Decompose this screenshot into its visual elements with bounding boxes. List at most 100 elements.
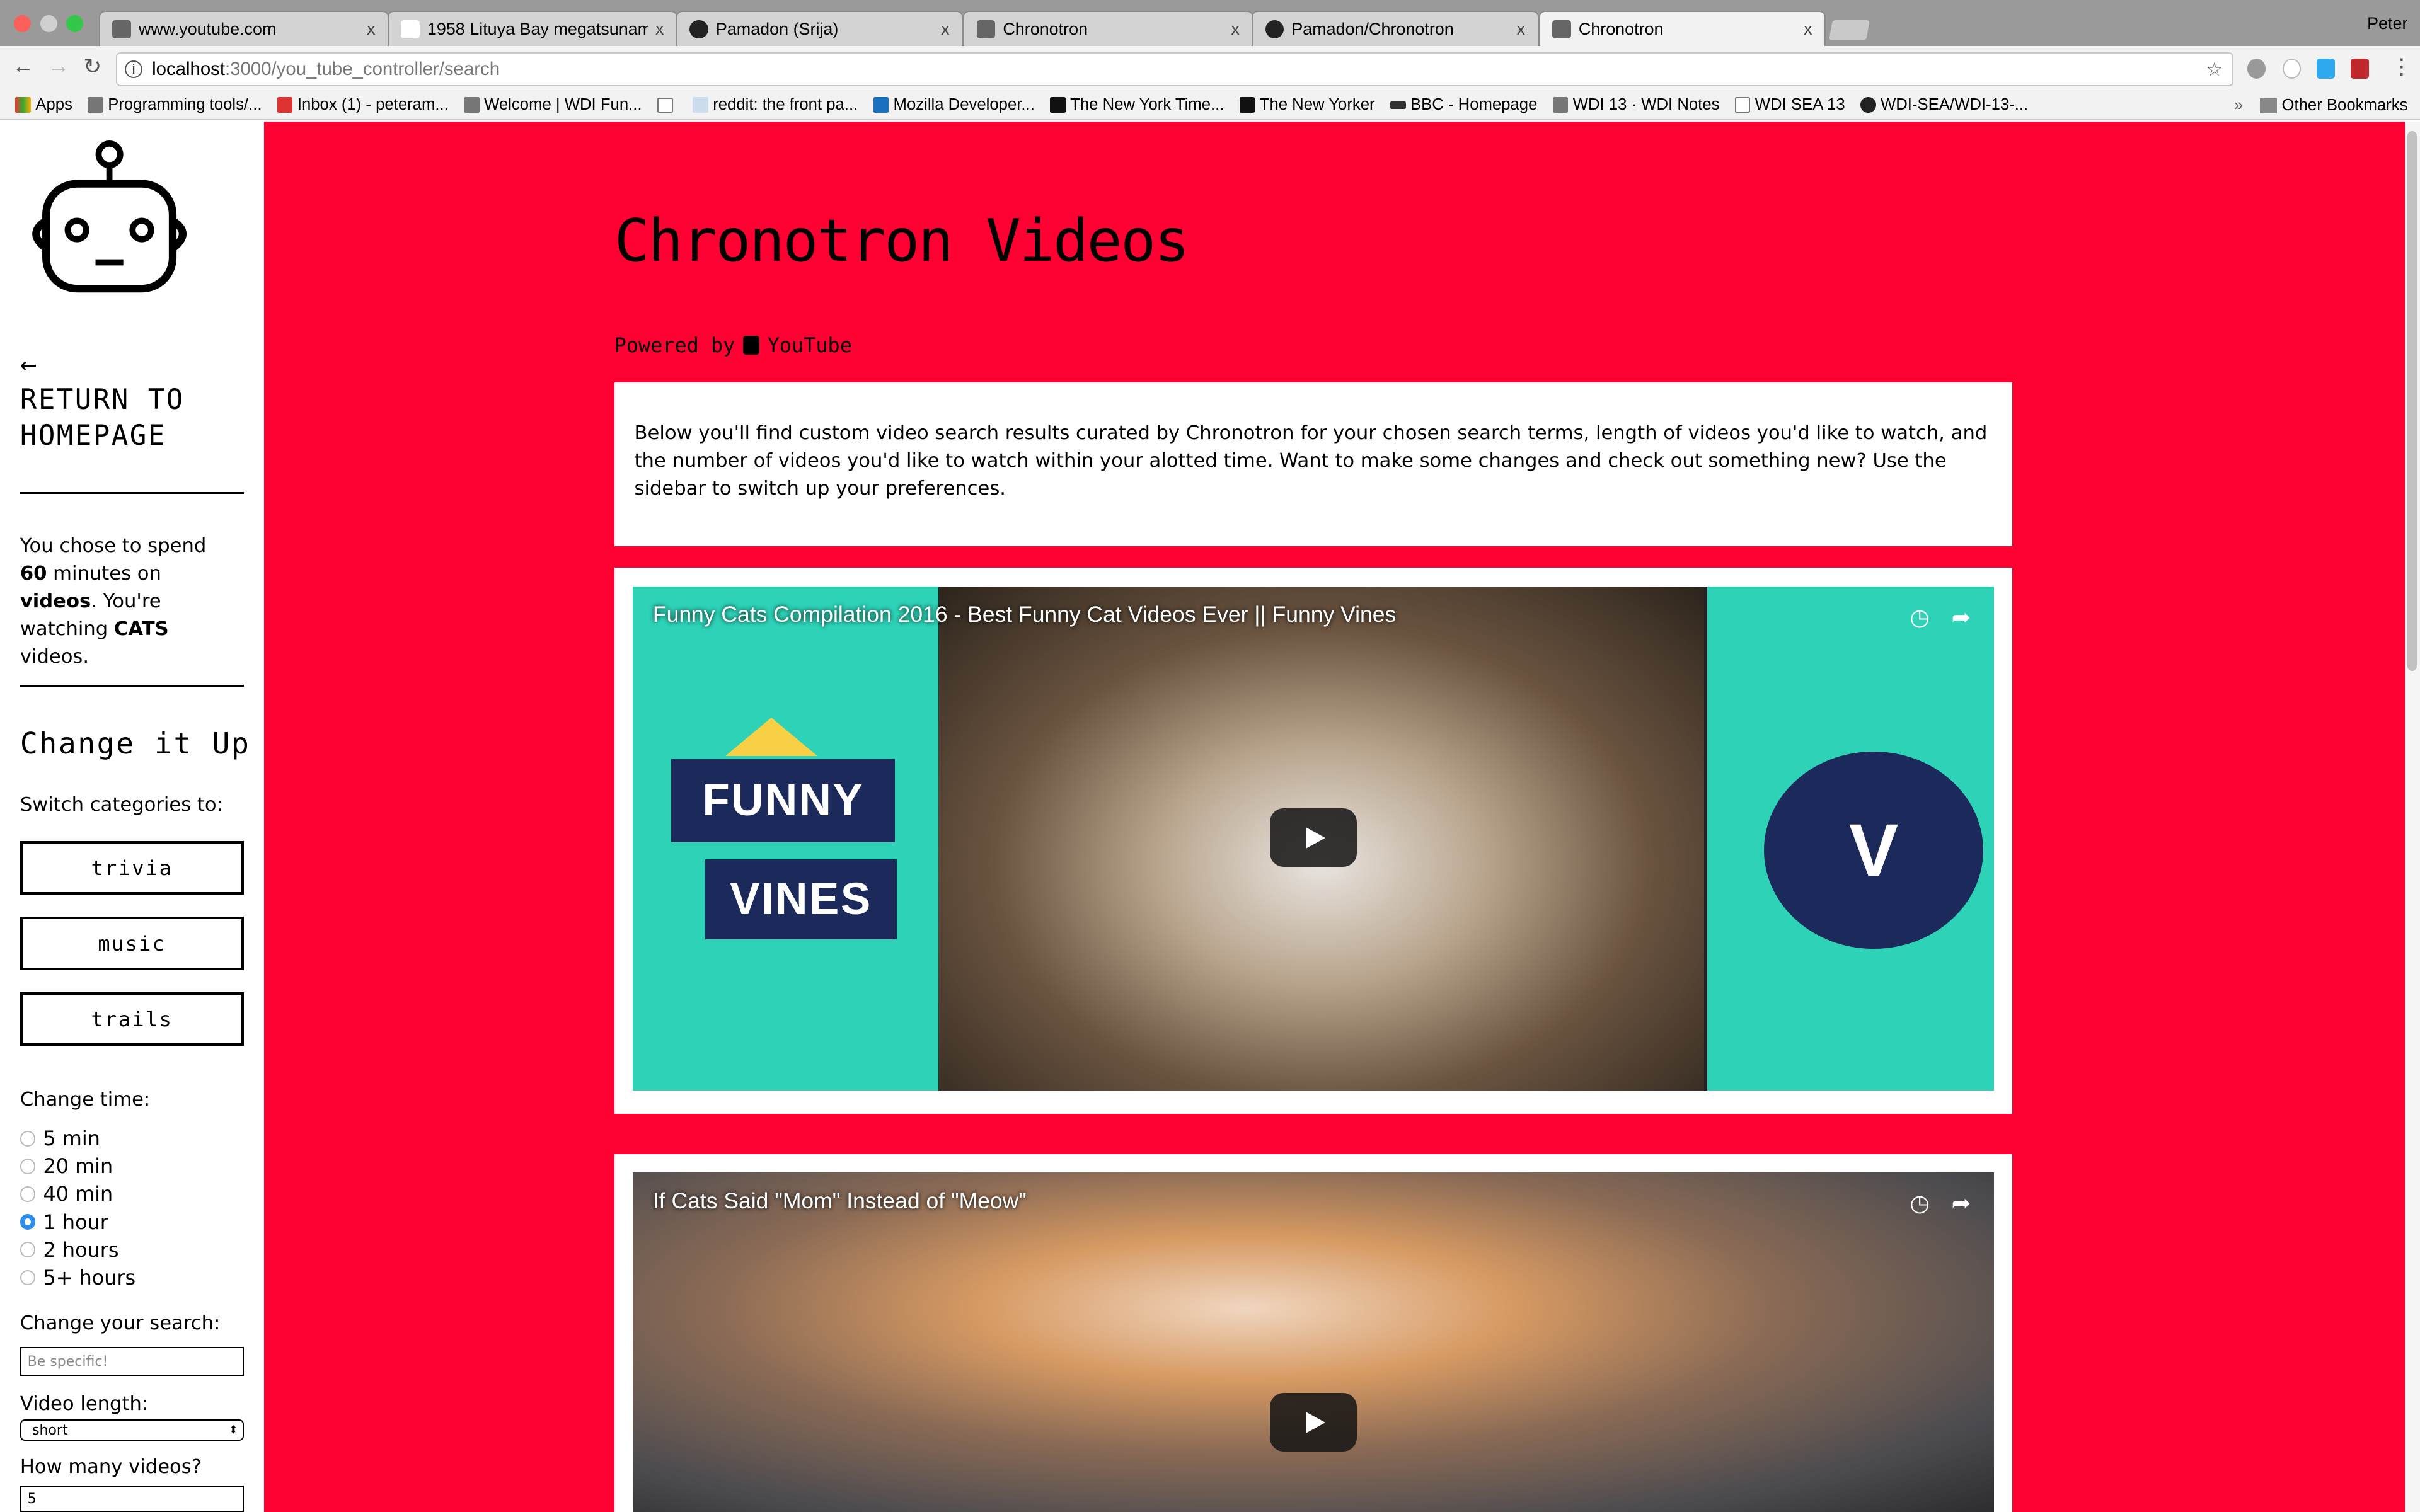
browser-toolbar: ← → ↻ i localhost:3000/you_tube_controll… [0, 46, 2420, 91]
video-card: FUNNY VINES V Funny Cats Compilation 201… [614, 568, 2013, 1114]
menu-icon[interactable]: ⋮ [2391, 54, 2412, 79]
youtube-link[interactable]: YouTube [768, 333, 852, 357]
share-icon[interactable]: ➦ [1952, 1189, 1971, 1217]
bookmark-page[interactable] [657, 97, 677, 113]
new-tab-button[interactable] [1828, 20, 1870, 40]
tab-wikipedia[interactable]: 1958 Lituya Bay megatsunami x [387, 11, 678, 47]
github-icon [1265, 20, 1284, 38]
play-button[interactable] [1270, 808, 1357, 868]
other-bookmarks[interactable]: » Other Bookmarks [2234, 91, 2407, 120]
close-tab-icon[interactable]: x [1231, 20, 1240, 39]
profile-name[interactable]: Peter [2367, 14, 2407, 33]
video-player[interactable]: FUNNY VINES V Funny Cats Compilation 201… [633, 586, 1995, 1091]
reload-button[interactable]: ↻ [83, 54, 101, 79]
bookmark-gmail[interactable]: Inbox (1) - peteram... [277, 96, 449, 114]
time-radio-40min[interactable]: 40 min [20, 1180, 113, 1208]
tab-github-chronotron[interactable]: Pamadon/Chronotron x [1252, 11, 1539, 47]
video-count-input[interactable]: 5 [20, 1486, 244, 1512]
rails-extension-icon[interactable] [2350, 59, 2370, 79]
share-icon[interactable]: ➦ [1952, 604, 1971, 631]
reddit-icon [693, 97, 708, 113]
page-icon [1734, 97, 1751, 113]
info-icon[interactable]: i [124, 60, 143, 79]
time-radio-2hours[interactable]: 2 hours [20, 1236, 118, 1264]
time-radio-1hour[interactable]: 1 hour [20, 1208, 108, 1236]
thumbnail-right-panel: V [1707, 586, 1995, 1091]
mdn-icon [873, 97, 889, 113]
forward-button[interactable]: → [48, 54, 69, 79]
close-tab-icon[interactable]: x [367, 20, 375, 39]
bookmark-wdi[interactable]: Welcome | WDI Fun... [464, 96, 642, 114]
radio-button[interactable] [20, 1186, 36, 1202]
bookmark-wdi-sea[interactable]: WDI SEA 13 [1734, 96, 1845, 114]
bookmark-star-icon[interactable]: ☆ [2206, 59, 2223, 81]
bookmark-apps[interactable]: Apps [15, 96, 72, 114]
maximize-window-button[interactable] [66, 15, 84, 33]
video-card: If Cats Said "Mom" Instead of "Meow" ◷ ➦ [614, 1154, 2013, 1512]
bookmark-github-wdi[interactable]: WDI-SEA/WDI-13-... [1860, 96, 2028, 114]
tab-youtube[interactable]: www.youtube.com x [98, 11, 389, 47]
radio-button[interactable] [20, 1159, 36, 1174]
robot-logo-icon[interactable] [21, 140, 197, 295]
description: Below you'll find custom video search re… [614, 382, 2013, 546]
category-button-trails[interactable]: trails [20, 992, 244, 1046]
scrollbar-thumb[interactable] [2407, 131, 2417, 672]
minimize-window-button[interactable] [40, 15, 57, 33]
watch-later-icon[interactable]: ◷ [1910, 1189, 1930, 1217]
time-radio-5min[interactable]: 5 min [20, 1125, 100, 1152]
vine-logo-icon: V [1764, 751, 1983, 949]
page-scrollbar[interactable] [2404, 122, 2420, 1512]
bookmark-wdi-notes[interactable]: WDI 13 · WDI Notes [1552, 96, 1719, 114]
tab-chronotron-active[interactable]: Chronotron x [1538, 11, 1826, 47]
wikipedia-icon [401, 20, 420, 38]
thumbnail-decoration [725, 717, 817, 756]
divider [20, 492, 244, 494]
bookmark-bbc[interactable]: BBC - Homepage [1390, 96, 1537, 114]
watch-later-icon[interactable]: ◷ [1910, 604, 1930, 631]
category-button-music[interactable]: music [20, 916, 244, 971]
close-window-button[interactable] [14, 15, 31, 33]
powered-by: Powered by YouTube [614, 333, 852, 357]
close-tab-icon[interactable]: x [941, 20, 949, 39]
radio-button[interactable] [20, 1242, 36, 1257]
sidebar: ← RETURN TO HOMEPAGE You chose to spend 6… [0, 122, 264, 1512]
category-button-trivia[interactable]: trivia [20, 840, 244, 895]
video-player[interactable]: If Cats Said "Mom" Instead of "Meow" ◷ ➦ [633, 1172, 1995, 1512]
search-input[interactable]: Be specific! [20, 1346, 244, 1377]
time-radio-5plus-hours[interactable]: 5+ hours [20, 1264, 135, 1292]
change-search-label: Change your search: [20, 1312, 221, 1335]
thumbnail-left-panel: FUNNY VINES [633, 586, 938, 1091]
more-bookmarks-chevron[interactable]: » [2234, 96, 2243, 115]
play-button[interactable] [1270, 1393, 1357, 1452]
robot-icon [1552, 20, 1571, 38]
bookmark-nyt[interactable]: The New York Time... [1050, 96, 1224, 114]
video-title[interactable]: Funny Cats Compilation 2016 - Best Funny… [653, 602, 1396, 627]
close-tab-icon[interactable]: x [655, 20, 664, 39]
plus-extension-icon[interactable] [2316, 59, 2336, 79]
bookmark-mdn[interactable]: Mozilla Developer... [873, 96, 1035, 114]
json-extension-icon[interactable] [2283, 59, 2302, 79]
radio-button[interactable] [20, 1269, 36, 1285]
how-many-videos-label: How many videos? [20, 1455, 202, 1478]
bookmark-new-yorker[interactable]: The New Yorker [1239, 96, 1375, 114]
back-button[interactable]: ← [13, 54, 34, 79]
radio-button[interactable] [20, 1131, 36, 1147]
address-bar[interactable]: i localhost:3000/you_tube_controller/sea… [115, 52, 2233, 87]
bookmark-reddit[interactable]: reddit: the front pa... [693, 96, 858, 114]
bookmark-folder[interactable]: Programming tools/... [88, 96, 262, 114]
return-to-homepage-link[interactable]: ← RETURN TO HOMEPAGE [20, 347, 221, 454]
bug-extension-icon[interactable] [2247, 59, 2266, 79]
video-title[interactable]: If Cats Said "Mom" Instead of "Meow" [653, 1188, 1027, 1214]
change-it-up-heading: Change it Up [20, 726, 251, 761]
tab-github-pamadon[interactable]: Pamadon (Srija) x [676, 11, 964, 47]
close-tab-icon[interactable]: x [1804, 20, 1812, 39]
book-icon [464, 97, 480, 113]
close-tab-icon[interactable]: x [1517, 20, 1525, 39]
apps-icon [15, 97, 31, 113]
time-radio-20min[interactable]: 20 min [20, 1152, 113, 1180]
video-length-select[interactable]: short ⬍ [20, 1419, 244, 1441]
radio-button-selected[interactable] [20, 1214, 36, 1230]
nyt-icon [1050, 97, 1066, 113]
tab-chronotron[interactable]: Chronotron x [963, 11, 1253, 47]
youtube-icon [112, 20, 131, 38]
